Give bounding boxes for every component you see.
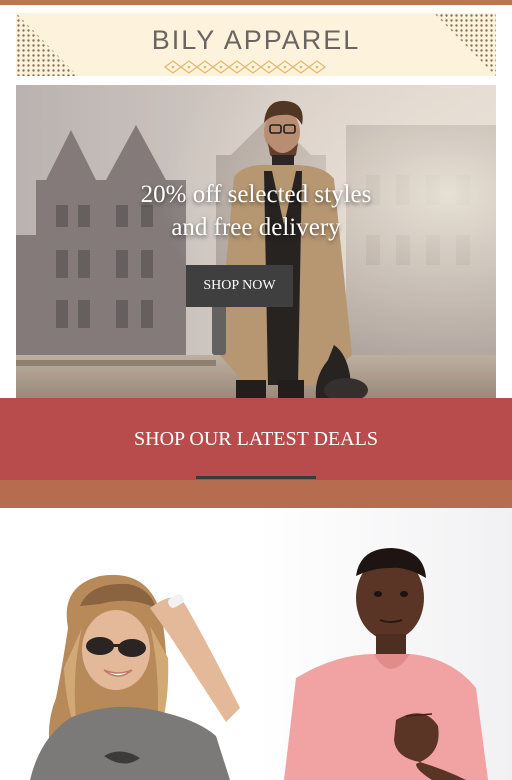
product-card-man[interactable]	[256, 508, 512, 780]
shop-now-button[interactable]: SHOP NOW	[186, 265, 293, 307]
heading-underline-divider	[196, 476, 316, 479]
copper-divider-band	[0, 480, 512, 508]
product-grid	[0, 508, 512, 780]
diamond-lattice-ornament-icon	[164, 60, 326, 74]
brand-banner[interactable]: BILY APPAREL	[16, 13, 496, 76]
hero-banner[interactable]: 20% off selected styles and free deliver…	[16, 85, 496, 398]
top-accent-rule	[0, 0, 512, 5]
hero-headline-line-2: and free delivery	[171, 214, 341, 241]
brand-logo-text: BILY APPAREL	[151, 25, 361, 55]
latest-deals-heading: SHOP OUR LATEST DEALS	[134, 428, 378, 450]
man-in-pink-tee-photo	[256, 508, 512, 780]
woman-in-sunglasses-photo	[0, 508, 256, 780]
latest-deals-banner: SHOP OUR LATEST DEALS	[0, 398, 512, 480]
hero-headline-line-1: 20% off selected styles	[140, 181, 372, 208]
hero-headline: 20% off selected styles and free deliver…	[16, 178, 496, 244]
product-card-woman[interactable]	[0, 508, 256, 780]
